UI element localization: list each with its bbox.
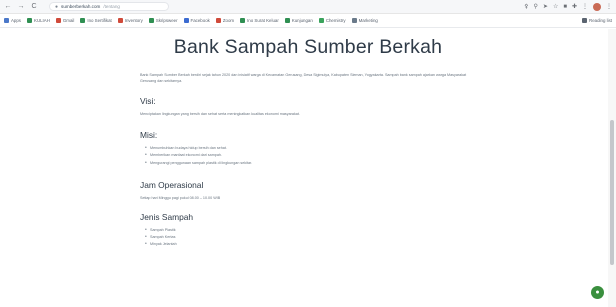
forward-icon[interactable]: → — [17, 3, 25, 10]
visi-heading: Visi: — [140, 96, 156, 107]
bookmark-favicon-icon — [240, 18, 246, 23]
bookmark-favicon-icon — [4, 18, 9, 23]
bookmark-label: Chemistry — [325, 18, 346, 23]
back-icon[interactable]: ← — [4, 3, 12, 10]
intro-paragraph: Bank Sampah Sumber Berkah berdiri sejak … — [140, 73, 467, 83]
reading-list-button[interactable]: Reading list — [582, 18, 612, 23]
bookmark-favicon-icon — [55, 18, 61, 23]
bookmark-favicon-icon — [284, 18, 290, 23]
misi-heading: Misi: — [140, 130, 158, 141]
bookmark-item[interactable]: Ino Surat Keluar — [240, 18, 279, 23]
bookmark-item[interactable]: Apps — [4, 18, 21, 23]
star-icon[interactable]: ☆ — [553, 3, 558, 10]
bookmark-label: KULIAH — [34, 18, 50, 23]
bookmark-item[interactable]: Inventory — [117, 18, 143, 23]
key-icon[interactable]: ⚴ — [524, 3, 528, 10]
overflow-menu-icon[interactable]: ⋮ — [606, 3, 612, 10]
zoom-icon[interactable]: ⚲ — [534, 3, 538, 10]
bookmark-item[interactable]: Zoom — [215, 18, 235, 23]
visi-text: Menciptakan lingkungan yang bersih dan s… — [140, 112, 300, 117]
bookmark-favicon-icon — [351, 18, 357, 23]
browser-toolbar: ← → C ● sumberberkah.com/tentang ⚴ ⚲ ➤ ☆… — [0, 0, 616, 14]
bookmark-label: Facebook — [190, 18, 210, 23]
bookmark-item[interactable]: Skripsweer — [148, 18, 178, 23]
extensions-puzzle-icon[interactable]: ✚ — [572, 3, 577, 10]
jam-operasional-text: Setiap hari Minggu pagi pukul 08.00 – 10… — [140, 195, 221, 200]
chat-icon[interactable]: ● — [591, 286, 604, 299]
bookmark-label: Zoom — [222, 18, 235, 23]
misi-list: Menumbuhkan budaya hidup bersih dan seha… — [140, 145, 476, 167]
extension-icon[interactable]: ■ — [563, 4, 567, 10]
bookmark-item[interactable]: KULIAH — [27, 18, 50, 23]
bookmark-item[interactable]: Facebook — [183, 18, 210, 23]
bookmark-item[interactable]: Ino Sertifikat — [80, 18, 112, 23]
list-item: Sampah Plastik — [145, 227, 476, 234]
bookmark-label: Inventory — [124, 18, 143, 23]
profile-avatar[interactable] — [593, 2, 601, 11]
bookmark-label: Gmail — [62, 18, 75, 23]
list-item: Sampah Kertas — [145, 234, 476, 241]
list-item: Memberikan manfaat ekonomi dari sampah. — [145, 152, 476, 159]
bookmark-label: Kunjungan — [291, 18, 313, 23]
bookmark-favicon-icon — [183, 18, 189, 23]
url-host: sumberberkah.com — [61, 4, 101, 9]
bookmark-label: Apps — [11, 18, 22, 23]
url-path: /tentang — [103, 4, 120, 9]
address-bar[interactable]: ● sumberberkah.com/tentang — [49, 2, 169, 11]
bookmark-item[interactable]: Marketing — [351, 18, 378, 23]
share-icon[interactable]: ➤ — [543, 3, 548, 10]
bookmark-favicon-icon — [148, 18, 154, 23]
list-item: Mengurangi penggunaan sampah plastik di … — [145, 160, 476, 167]
list-item: Menumbuhkan budaya hidup bersih dan seha… — [145, 145, 476, 152]
bookmark-item[interactable]: Gmail — [55, 18, 75, 23]
page-title: Bank Sampah Sumber Berkah — [173, 36, 443, 58]
page-content: Bank Sampah Sumber Berkah Bank Sampah Su… — [140, 34, 476, 249]
jenis-sampah-list: Sampah Plastik Sampah Kertas Minyak Jela… — [140, 227, 476, 249]
menu-dots-icon[interactable]: ⋮ — [582, 3, 588, 10]
bookmark-favicon-icon — [27, 18, 33, 23]
jenis-sampah-heading: Jenis Sampah — [140, 211, 194, 222]
reading-list-label: Reading list — [589, 18, 612, 23]
bookmark-item[interactable]: Kunjungan — [284, 18, 313, 23]
reload-icon[interactable]: C — [30, 3, 38, 10]
bookmark-favicon-icon — [117, 18, 123, 23]
bookmark-label: Marketing — [358, 18, 378, 23]
bookmark-favicon-icon — [80, 18, 86, 23]
lock-icon: ● — [55, 3, 59, 10]
reading-list-icon — [582, 18, 588, 23]
bookmark-label: Ino Sertifikat — [87, 18, 112, 23]
bookmark-item[interactable]: Chemistry — [318, 18, 346, 23]
list-item: Minyak Jelantah — [145, 241, 476, 248]
bookmarks-bar: Apps KULIAH Gmail Ino Sertifikat Inventory Sk… — [0, 14, 616, 28]
jam-operasional-heading: Jam Operasional — [140, 179, 204, 190]
bookmark-label: Skripsweer — [155, 18, 178, 23]
bookmark-favicon-icon — [215, 18, 221, 23]
bookmark-label: Ino Surat Keluar — [247, 18, 279, 23]
scrollbar-thumb[interactable] — [610, 120, 614, 265]
bookmark-favicon-icon — [318, 18, 324, 23]
toolbar-actions: ⚴ ⚲ ➤ ☆ ■ ✚ ⋮ ⋮ — [524, 2, 612, 11]
